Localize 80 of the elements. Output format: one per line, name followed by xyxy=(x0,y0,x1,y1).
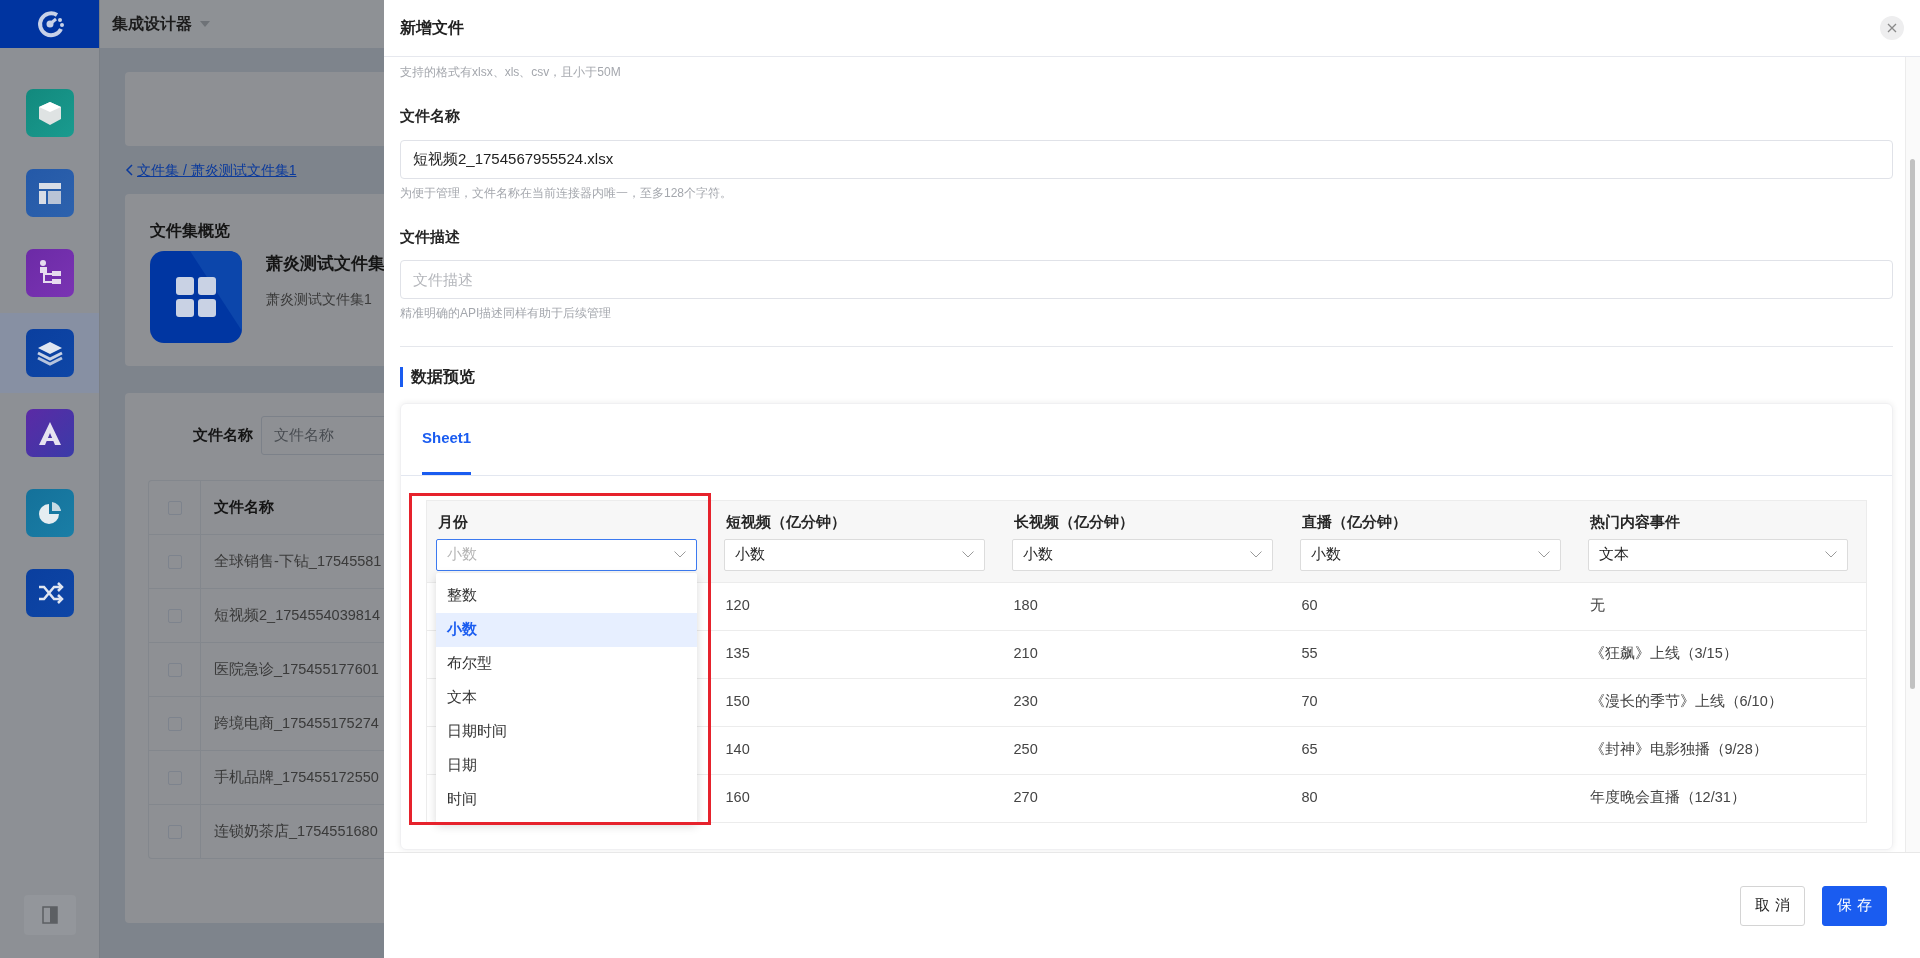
section-title: 文件集概览 xyxy=(150,221,231,241)
column-header: 文件名称 xyxy=(213,497,274,517)
table-cell: 70 xyxy=(1290,678,1579,727)
type-select[interactable]: 小数 xyxy=(723,538,985,571)
column-header: 月份 xyxy=(437,513,469,532)
help-text: 为便于管理，文件名称在当前连接器内唯一，至多128个字符。 xyxy=(400,184,734,202)
table-cell-text: 跨境电商_175455175274 xyxy=(213,713,379,733)
table-cell: 60 xyxy=(1290,582,1579,631)
app-title: 集成设计器 xyxy=(112,14,192,34)
dropdown-option[interactable]: 整数 xyxy=(436,578,697,613)
chevron-down-icon xyxy=(1537,551,1550,559)
table-cell: 年度晚会直播（12/31） xyxy=(1578,774,1867,823)
layers-icon xyxy=(25,329,74,377)
help-text: 精准明确的API描述同样有助于后续管理 xyxy=(400,305,613,322)
field-label: 文件描述 xyxy=(400,226,461,247)
type-select[interactable]: 小数 xyxy=(1299,538,1561,571)
field-label: 文件名称 xyxy=(400,106,461,126)
table-cell: 230 xyxy=(1002,678,1291,727)
table-cell-text: 短视频2_1754554039814 xyxy=(213,605,380,625)
table-cell: 55 xyxy=(1290,630,1579,679)
cancel-button[interactable]: 取 消 xyxy=(1740,885,1805,926)
table-cell: 150 xyxy=(714,678,1003,727)
table-cell: 《狂飙》上线（3/15） xyxy=(1578,630,1867,679)
sidebar-item[interactable] xyxy=(0,313,99,393)
collection-name: 萧炎测试文件集 xyxy=(266,253,384,275)
table-cell: 135 xyxy=(714,630,1003,679)
table-cell: 80 xyxy=(1290,774,1579,823)
cube-icon xyxy=(25,89,74,137)
table-cell-text: 全球销售-下钻_17545581 xyxy=(213,551,382,571)
panel-icon xyxy=(42,906,58,924)
save-button[interactable]: 保 存 xyxy=(1822,885,1887,926)
shuffle-icon xyxy=(25,569,74,617)
help-text: 支持的格式有xlsx、xls、csv，且小于50M xyxy=(400,64,622,81)
drawer-title: 新增文件 xyxy=(400,18,464,38)
grid-icon xyxy=(150,251,242,343)
section-title: 数据预览 xyxy=(400,367,1893,387)
table-cell: 180 xyxy=(1002,582,1291,631)
table-cell: 65 xyxy=(1290,726,1579,775)
pie-chart-icon xyxy=(25,489,74,537)
close-icon xyxy=(1887,23,1897,33)
table-cell: 250 xyxy=(1002,726,1291,775)
sheet-tab[interactable]: Sheet1 xyxy=(422,404,472,475)
close-button[interactable] xyxy=(1880,16,1904,40)
table-cell: 无 xyxy=(1578,582,1867,631)
type-select[interactable]: 文本 xyxy=(1587,538,1848,571)
column-header: 直播（亿分钟） xyxy=(1300,513,1408,532)
table-cell-text: 手机品牌_175455172550 xyxy=(213,767,379,787)
filter-label: 文件名称 xyxy=(193,425,253,446)
scrollbar[interactable] xyxy=(1905,57,1920,852)
dropdown-option[interactable]: 布尔型 xyxy=(436,646,697,681)
dropdown-option[interactable]: 文本 xyxy=(436,680,697,715)
dropdown-option[interactable]: 日期 xyxy=(436,748,697,783)
table-cell: 160 xyxy=(714,774,1003,823)
type-select[interactable]: 小数 xyxy=(1011,538,1273,571)
dropdown-option[interactable]: 小数 xyxy=(436,612,697,647)
chevron-down-icon xyxy=(673,551,686,559)
name-field[interactable]: 短视频2_1754567955524.xlsx xyxy=(400,139,1893,179)
table-cell: 《封神》电影独播（9/28） xyxy=(1578,726,1867,775)
chevron-down-icon xyxy=(961,551,974,559)
chevron-down-icon xyxy=(1825,551,1837,559)
table-cell-text: 医院急诊_175455177601 xyxy=(213,659,379,679)
collapse-button[interactable] xyxy=(24,895,76,935)
chevron-down-icon xyxy=(1249,551,1262,559)
table-cell-text: 连锁奶茶店_1754551680 xyxy=(213,821,378,841)
flowchart-icon xyxy=(25,249,74,297)
back-icon xyxy=(125,164,133,176)
description-field[interactable]: 文件描述 xyxy=(400,260,1893,299)
table-cell: 210 xyxy=(1002,630,1291,679)
caret-icon[interactable] xyxy=(200,21,210,27)
column-header: 长视频（亿分钟） xyxy=(1012,513,1135,532)
dropdown-option[interactable]: 日期时间 xyxy=(436,714,697,749)
table-cell: 270 xyxy=(1002,774,1291,823)
column-header: 短视频（亿分钟） xyxy=(724,513,847,532)
table-cell: 140 xyxy=(714,726,1003,775)
column-header: 热门内容事件 xyxy=(1588,513,1681,532)
collection-description: 萧炎测试文件集1 xyxy=(266,289,373,309)
table-cell: 120 xyxy=(714,582,1003,631)
table-cell: 《漫长的季节》上线（6/10） xyxy=(1578,678,1867,727)
dropdown-option[interactable]: 时间 xyxy=(436,782,697,817)
layout-icon xyxy=(25,169,74,217)
